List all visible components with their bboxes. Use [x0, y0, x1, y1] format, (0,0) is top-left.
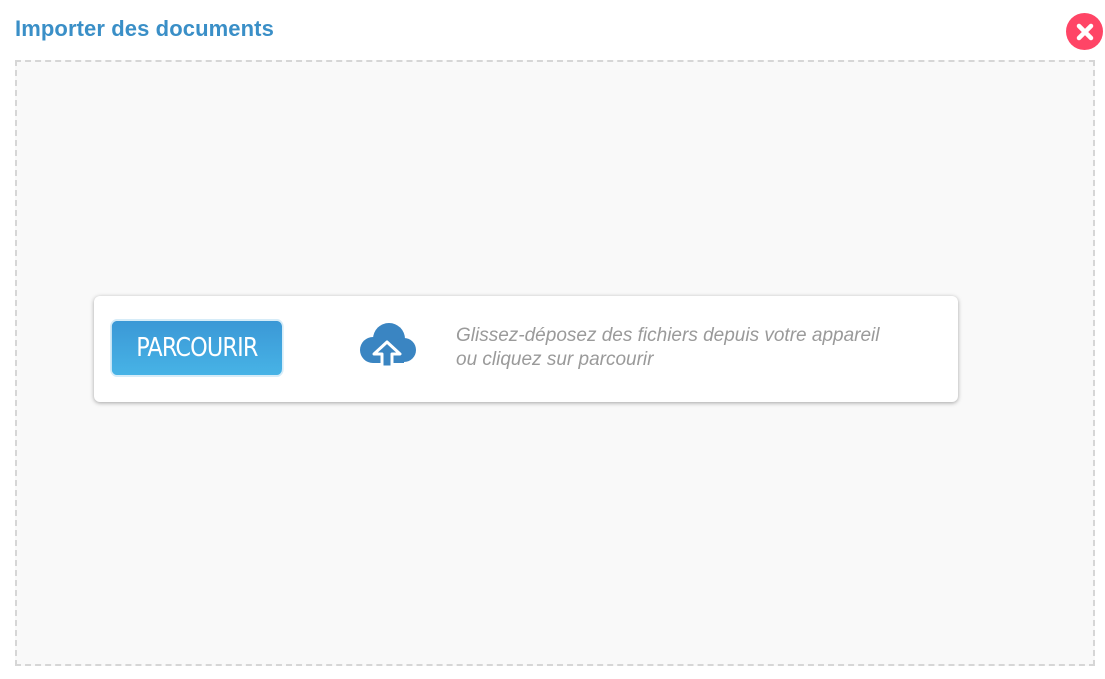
instruction-line-1: Glissez-déposez des fichiers depuis votr… — [456, 325, 880, 346]
dialog-title: Importer des documents — [15, 16, 274, 41]
close-icon — [1076, 23, 1093, 40]
upload-panel: PARCOURIR Glissez-déposez des fichiers d… — [94, 296, 958, 402]
browse-button[interactable]: PARCOURIR — [110, 319, 284, 377]
drop-instructions: Glissez-déposez des fichiers depuis votr… — [456, 324, 946, 372]
import-dialog: Importer des documents PARCOURIR Glissez… — [0, 0, 1105, 679]
close-button[interactable] — [1066, 13, 1103, 50]
file-drop-zone[interactable]: PARCOURIR Glissez-déposez des fichiers d… — [15, 60, 1095, 666]
cloud-upload-icon — [360, 323, 416, 369]
instruction-line-2: ou cliquez sur parcourir — [456, 349, 654, 370]
